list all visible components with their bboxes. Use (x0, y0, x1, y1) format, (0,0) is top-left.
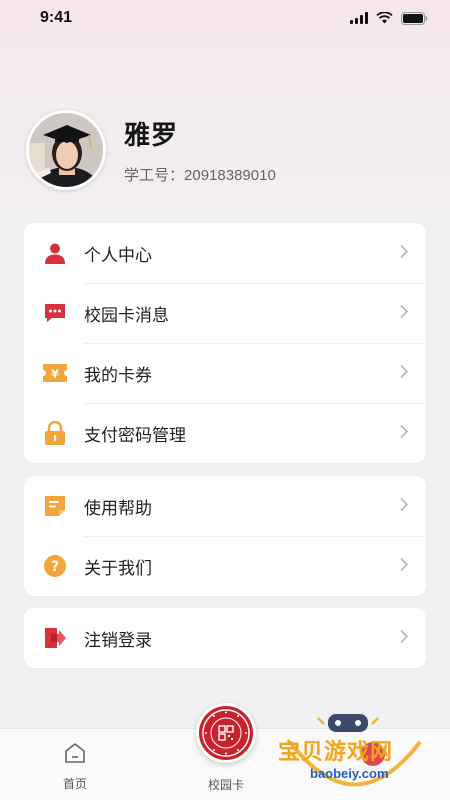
battery-icon (401, 11, 428, 25)
menu-card-logout: 注销登录 (24, 608, 426, 668)
status-time: 9:41 (40, 9, 73, 26)
chevron-right-icon (400, 557, 409, 576)
menu-item-about-us[interactable]: ? 关于我们 (24, 536, 426, 596)
menu-item-card-messages[interactable]: 校园卡消息 (24, 283, 426, 343)
menu-item-my-coupons[interactable]: ¥ 我的卡券 (24, 343, 426, 403)
chevron-right-icon (400, 424, 409, 443)
home-icon (63, 741, 87, 769)
chevron-right-icon (400, 364, 409, 383)
user-id: 学工号：20918389010 (124, 164, 276, 185)
user-id-value: 20918389010 (184, 167, 276, 184)
person-icon (42, 240, 68, 266)
status-icons (350, 11, 428, 25)
menu-item-payment-password[interactable]: 支付密码管理 (24, 403, 426, 463)
logout-icon (42, 625, 68, 651)
menu-label: 使用帮助 (84, 498, 152, 519)
menu-card-account: 个人中心 校园卡消息 ¥ 我的卡券 支付密码管理 (24, 223, 426, 463)
svg-text:¥: ¥ (51, 368, 59, 381)
user-name: 雅罗 (124, 121, 179, 151)
menu-card-help: 使用帮助 ? 关于我们 (24, 476, 426, 596)
message-icon (42, 300, 68, 326)
chevron-right-icon (400, 304, 409, 323)
menu-item-user-help[interactable]: 使用帮助 (24, 476, 426, 536)
watermark-url: baobeiy.com (310, 766, 389, 781)
menu-item-personal-center[interactable]: 个人中心 (24, 223, 426, 283)
chevron-right-icon (400, 244, 409, 263)
menu-label: 注销登录 (84, 630, 152, 651)
profile-text: 雅罗 学工号：20918389010 (124, 115, 276, 185)
question-icon: ? (42, 553, 68, 579)
avatar-photo (29, 113, 103, 187)
campus-card-seal-icon (196, 703, 256, 763)
signal-icon (350, 12, 368, 24)
lock-icon (42, 420, 68, 446)
menu-label: 校园卡消息 (84, 305, 169, 326)
status-bar: 9:41 (0, 0, 450, 36)
menu-item-logout[interactable]: 注销登录 (24, 608, 426, 668)
watermark-text: 宝贝游戏网 (278, 740, 394, 765)
svg-text:?: ? (51, 559, 59, 575)
menu-label: 关于我们 (84, 558, 152, 579)
avatar[interactable] (26, 110, 106, 190)
tab-home[interactable]: 首页 (25, 729, 125, 800)
watermark: 宝贝游戏网 baobeiy.com (270, 712, 440, 800)
tab-home-label: 首页 (62, 777, 87, 791)
tab-campus-card[interactable]: 校园卡 (176, 703, 276, 800)
menu-label: 支付密码管理 (84, 425, 186, 446)
chevron-right-icon (400, 629, 409, 648)
menu-label: 我的卡券 (84, 365, 152, 386)
coupon-icon: ¥ (42, 360, 68, 386)
menu-label: 个人中心 (84, 245, 152, 266)
tab-campus-card-label: 校园卡 (207, 778, 244, 792)
user-id-label: 学工号： (124, 167, 185, 184)
help-doc-icon (42, 493, 68, 519)
chevron-right-icon (400, 497, 409, 516)
wifi-icon (376, 12, 393, 24)
profile-header: 雅罗 学工号：20918389010 (26, 108, 426, 192)
